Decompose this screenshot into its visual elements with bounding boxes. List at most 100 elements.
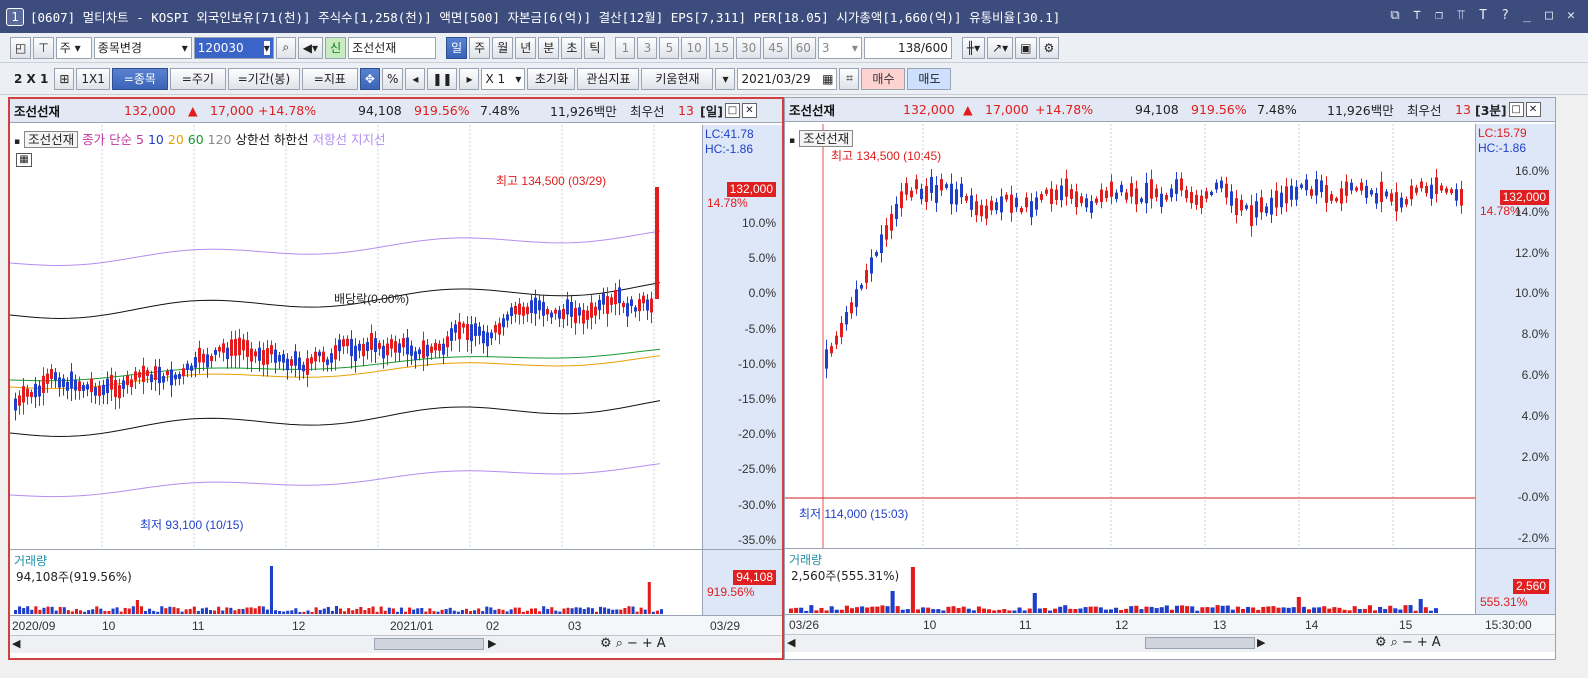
legend-ma10[interactable]: 10 [148, 132, 164, 147]
maximize-icon[interactable]: □ [1542, 7, 1556, 23]
minute-chart-panel[interactable]: 조선선재 132,000 ▲ 17,000 +14.78% 94,108 919… [784, 97, 1556, 660]
legend-ma120[interactable]: 120 [208, 132, 232, 147]
volume-bar [395, 611, 399, 614]
right-scroll-thumb[interactable] [1145, 637, 1255, 649]
interval-10[interactable]: 10 [681, 36, 707, 59]
search-icon[interactable]: ⌕ [275, 36, 296, 59]
right-scrollbar[interactable]: ◀ ▶ ⚙⌕−+A [785, 634, 1555, 652]
legend-ma5[interactable]: 종가 단순 5 [82, 132, 144, 147]
left-scroll-right-icon[interactable]: ▶ [488, 637, 496, 650]
minimize-icon[interactable]: _ [1520, 7, 1534, 23]
favorite-index-button[interactable]: 관심지표 [577, 67, 640, 90]
right-zoom-controls[interactable]: ⚙⌕−+A [1375, 635, 1445, 650]
push-pin-icon[interactable]: ⫪ [1454, 7, 1468, 23]
left-price-chart[interactable]: 최고 134,500 (03/29) 최저 93,100 (10/15) 배당락(0… [10, 125, 702, 549]
legend-ma60[interactable]: 60 [188, 132, 204, 147]
kiwoom-dropdown-icon[interactable]: ▾ [715, 67, 736, 90]
sync-period-button[interactable]: =주기 [169, 67, 226, 90]
period-second-tab[interactable]: 초 [561, 36, 583, 59]
candle-body [1425, 185, 1428, 194]
sell-button[interactable]: 매도 [907, 67, 952, 90]
drawing-tool-icon[interactable]: ↗▾ [987, 36, 1014, 59]
close-icon[interactable]: ✕ [1564, 7, 1578, 23]
left-legend-stock[interactable]: 조선선재 [24, 131, 79, 148]
period-year-tab[interactable]: 년 [515, 36, 537, 59]
scroll-right-icon[interactable]: ▸ [459, 67, 480, 90]
interval-5[interactable]: 5 [659, 36, 680, 59]
volume-bar [1347, 610, 1352, 613]
right-scroll-left-icon[interactable]: ◀ [787, 636, 795, 649]
volume-bar [956, 608, 961, 613]
right-price-chart[interactable]: 최고 134,500 (10:45) 최저 114,000 (15:03) [785, 124, 1475, 548]
period-tick-tab[interactable]: 틱 [584, 36, 606, 59]
save-icon[interactable]: ▣ [1015, 36, 1037, 59]
new-stock-badge[interactable]: 신 [325, 36, 347, 59]
left-maximize-icon[interactable]: □ [724, 103, 740, 118]
calendar-tool-icon[interactable]: ⌗ [839, 67, 860, 90]
legend-ma20[interactable]: 20 [168, 132, 184, 147]
legend-support[interactable]: 지지선 [351, 132, 386, 147]
candle-type-icon[interactable]: ╫▾ [961, 36, 986, 59]
grid-layout-icon[interactable]: ⊞ [54, 67, 75, 90]
text-icon[interactable]: T [1476, 7, 1490, 23]
sync-range-button[interactable]: =기간(봉) [227, 67, 300, 90]
crosshair-icon[interactable]: ✥ [359, 67, 380, 90]
interval-45[interactable]: 45 [763, 36, 789, 59]
link-icon[interactable]: ⧉ [1388, 7, 1402, 23]
interval-1[interactable]: 1 [615, 36, 636, 59]
volume-bar [152, 610, 156, 614]
volume-bar [1124, 608, 1129, 613]
help-icon[interactable]: ? [1498, 7, 1512, 23]
pause-icon[interactable]: ❚❚ [427, 67, 458, 90]
stock-code-input[interactable]: 120030 ▾ [193, 36, 274, 59]
single-layout-button[interactable]: 1X1 [76, 67, 110, 90]
zoom-select[interactable]: X 1 ▾ [481, 67, 526, 90]
reset-button[interactable]: 초기화 [527, 67, 576, 90]
sync-index-button[interactable]: =지표 [301, 67, 358, 90]
pin-icon[interactable]: ⊤ [1410, 7, 1424, 23]
settings-gear-icon[interactable]: ⚙ [1038, 36, 1060, 59]
date-input[interactable]: 2021/03/29 ▦ [737, 67, 838, 90]
left-scrollbar[interactable]: ◀ ▶ ⚙⌕−+A [10, 635, 782, 653]
market-select[interactable]: 주 ▾ [55, 36, 92, 59]
period-minute-tab[interactable]: 분 [538, 36, 560, 59]
restore-icon[interactable]: ❐ [1432, 7, 1446, 23]
period-day-tab[interactable]: 일 [446, 36, 468, 59]
window-link-icon[interactable]: ◰ [10, 36, 32, 59]
interval-3[interactable]: 3 [637, 36, 658, 59]
stock-change-select[interactable]: 종목변경 ▾ [93, 36, 192, 59]
period-month-tab[interactable]: 월 [492, 36, 514, 59]
left-zoom-controls[interactable]: ⚙⌕−+A [600, 636, 670, 651]
buy-button[interactable]: 매수 [861, 67, 906, 90]
right-scroll-right-icon[interactable]: ▶ [1257, 636, 1265, 649]
volume-bar [416, 608, 420, 614]
bar-range-input[interactable]: 138/600 [863, 36, 952, 59]
right-maximize-icon[interactable]: □ [1508, 102, 1524, 117]
legend-resistance[interactable]: 저항선 [313, 132, 348, 147]
table-toggle-icon[interactable]: ▦ [16, 153, 32, 167]
left-scroll-thumb[interactable] [374, 638, 484, 650]
sync-stock-button[interactable]: =종목 [111, 67, 168, 90]
kiwoom-current-button[interactable]: 키움현재 [641, 67, 714, 90]
legend-upper-band[interactable]: 상한선 [236, 132, 271, 147]
right-close-icon[interactable]: ✕ [1525, 102, 1541, 117]
scroll-left-icon[interactable]: ◂ [405, 67, 426, 90]
period-week-tab[interactable]: 주 [469, 36, 491, 59]
stock-name-field[interactable]: 조선선재 [348, 36, 437, 59]
interval-60[interactable]: 60 [790, 36, 816, 59]
daily-chart-panel[interactable]: 조선선재 132,000 ▲ 17,000 +14.78% 94,108 919… [8, 97, 784, 660]
candle-body [650, 298, 653, 313]
right-legend-stock[interactable]: 조선선재 [799, 130, 854, 147]
left-volume-chart[interactable] [10, 550, 702, 616]
left-close-icon[interactable]: ✕ [741, 103, 757, 118]
interval-count-select[interactable]: 3 ▾ [817, 36, 862, 59]
percent-button[interactable]: % [381, 67, 404, 90]
legend-lower-band[interactable]: 하한선 [274, 132, 309, 147]
interval-15[interactable]: 15 [708, 36, 734, 59]
right-volume-chart[interactable] [785, 549, 1475, 615]
pin-toggle-icon[interactable]: ⊤ [33, 36, 54, 59]
interval-30[interactable]: 30 [736, 36, 762, 59]
volume-bar [1174, 605, 1180, 613]
sound-icon[interactable]: ◀▾ [297, 36, 324, 59]
left-scroll-left-icon[interactable]: ◀ [12, 637, 20, 650]
